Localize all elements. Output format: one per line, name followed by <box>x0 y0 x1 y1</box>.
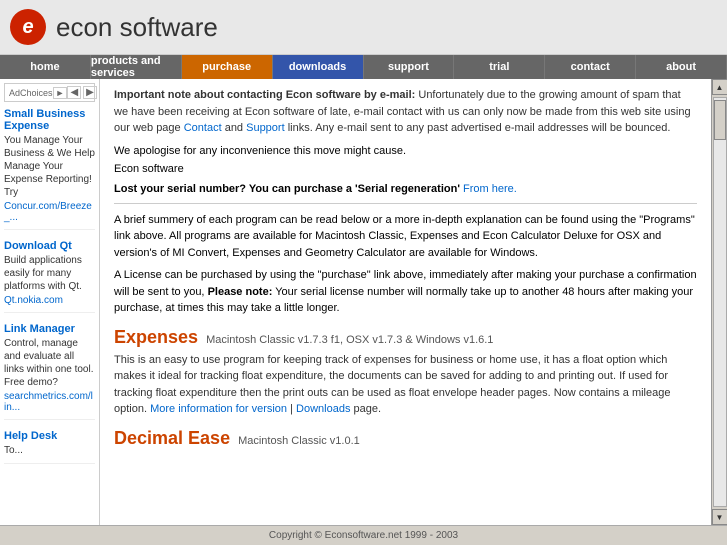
support-link[interactable]: Support <box>246 122 285 134</box>
scroll-down-btn[interactable]: ▼ <box>712 509 727 525</box>
sidebar: AdChoices ► ◀ ▶ Small Business Expense Y… <box>0 79 100 525</box>
product-decimal-title: Decimal Ease <box>114 428 230 449</box>
serial-link[interactable]: From here. <box>463 183 517 195</box>
ad-choices-bar: AdChoices ► ◀ ▶ <box>4 83 95 102</box>
sidebar-ad-2-title[interactable]: Link Manager <box>4 323 95 335</box>
sidebar-ad-0-link[interactable]: Concur.com/Breeze_... <box>4 201 95 223</box>
nav-support[interactable]: support <box>364 55 455 79</box>
scroll-track[interactable] <box>713 97 727 507</box>
product-expenses-subtitle: Macintosh Classic v1.7.3 f1, OSX v1.7.3 … <box>206 334 493 346</box>
main-nav: home products and services purchase down… <box>0 55 727 79</box>
scrollbar: ▲ ▼ <box>711 79 727 525</box>
sidebar-ad-1: Download Qt Build applications easily fo… <box>4 240 95 313</box>
sidebar-ad-3-title[interactable]: Help Desk <box>4 430 95 442</box>
sidebar-ad-0: Small Business Expense You Manage Your B… <box>4 108 95 230</box>
expenses-link2[interactable]: Downloads <box>296 403 350 415</box>
purchase-note: A License can be purchased by using the … <box>114 267 697 317</box>
ad-next-btn[interactable]: ▶ <box>83 86 97 99</box>
expenses-sep: | <box>287 403 296 415</box>
contact-link[interactable]: Contact <box>184 122 222 134</box>
ad-choices-label: AdChoices <box>9 88 53 98</box>
important-note-bold: Important note about contacting Econ sof… <box>114 89 415 101</box>
purchase-note-bold: Please note: <box>208 286 273 298</box>
ad-prev-btn[interactable]: ◀ <box>67 86 81 99</box>
product-decimal-subtitle: Macintosh Classic v1.0.1 <box>238 435 360 447</box>
sidebar-ad-0-text: You Manage Your Business & We Help Manag… <box>4 134 95 199</box>
sidebar-ad-1-text: Build applications easily for many platf… <box>4 254 95 293</box>
sidebar-ad-2: Link Manager Control, manage and evaluat… <box>4 323 95 420</box>
sidebar-ad-2-link[interactable]: searchmetrics.com/lin... <box>4 391 95 413</box>
nav-contact[interactable]: contact <box>545 55 636 79</box>
sidebar-ad-3-text: To... <box>4 444 95 457</box>
important-note: Important note about contacting Econ sof… <box>114 87 697 137</box>
nav-purchase[interactable]: purchase <box>182 55 273 79</box>
nav-home[interactable]: home <box>0 55 91 79</box>
scroll-up-btn[interactable]: ▲ <box>712 79 727 95</box>
sidebar-ad-2-text: Control, manage and evaluate all links w… <box>4 337 95 389</box>
nav-about[interactable]: about <box>636 55 727 79</box>
sidebar-ad-0-title[interactable]: Small Business Expense <box>4 108 95 132</box>
expenses-desc-end: page. <box>350 403 381 415</box>
divider <box>114 203 697 204</box>
ad-choices-icon: ► <box>53 87 68 99</box>
footer: Copyright © Econsoftware.net 1999 - 2003 <box>0 525 727 545</box>
econ-sig: Econ software <box>114 163 697 175</box>
expenses-link1[interactable]: More information for version <box>150 403 287 415</box>
important-note-end: links. Any e-mail sent to any past adver… <box>285 122 671 134</box>
and-text: and <box>222 122 246 134</box>
scroll-thumb[interactable] <box>714 100 726 140</box>
main-content: Important note about contacting Econ sof… <box>100 79 711 525</box>
serial-text: Lost your serial number? You can purchas… <box>114 183 463 195</box>
logo-icon: e <box>10 9 46 45</box>
main-layout: AdChoices ► ◀ ▶ Small Business Expense Y… <box>0 79 727 525</box>
serial-line: Lost your serial number? You can purchas… <box>114 183 697 195</box>
nav-downloads[interactable]: downloads <box>273 55 364 79</box>
footer-text: Copyright © Econsoftware.net 1999 - 2003 <box>269 530 458 541</box>
ad-choices-nav: ◀ ▶ <box>67 86 96 99</box>
sidebar-ad-1-title[interactable]: Download Qt <box>4 240 95 252</box>
sidebar-ad-1-link[interactable]: Qt.nokia.com <box>4 295 95 306</box>
product-expenses-heading: Expenses Macintosh Classic v1.7.3 f1, OS… <box>114 327 697 348</box>
header: e econ software <box>0 0 727 55</box>
product-expenses-title: Expenses <box>114 327 198 348</box>
apology-text: We apologise for any inconvenience this … <box>114 145 697 157</box>
product-expenses-desc: This is an easy to use program for keepi… <box>114 352 697 418</box>
nav-trial[interactable]: trial <box>454 55 545 79</box>
brief-summary: A brief summery of each program can be r… <box>114 212 697 262</box>
site-title: econ software <box>56 12 218 43</box>
sidebar-ad-3: Help Desk To... <box>4 430 95 464</box>
product-decimal-heading: Decimal Ease Macintosh Classic v1.0.1 <box>114 428 697 449</box>
nav-products[interactable]: products and services <box>91 55 182 79</box>
